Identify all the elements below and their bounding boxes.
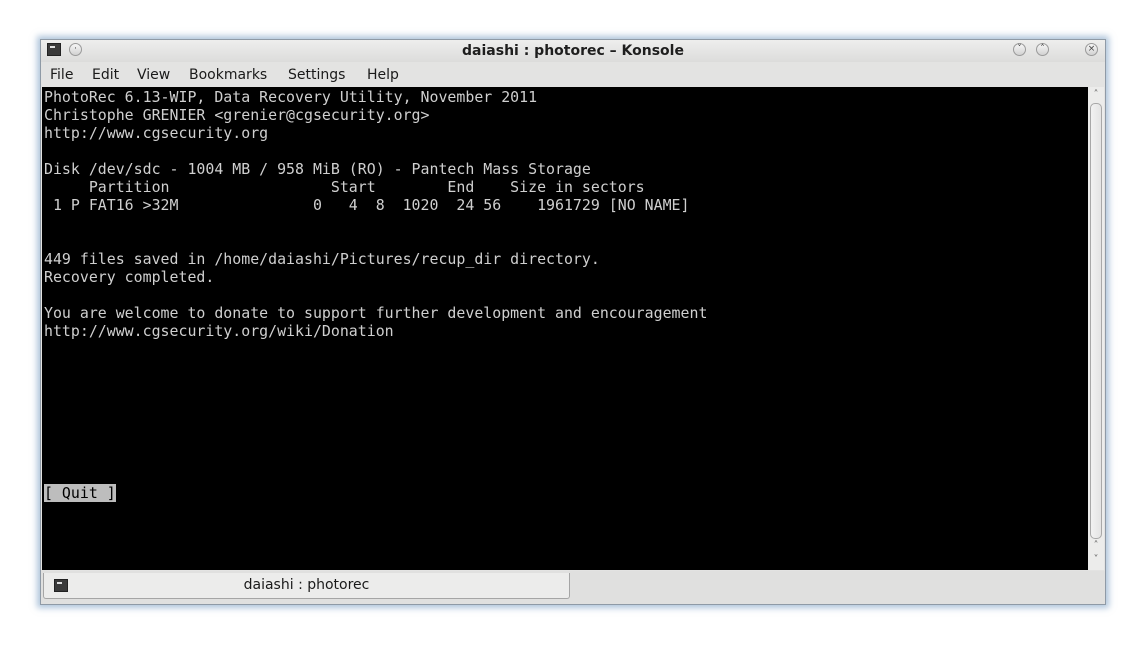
terminal-line: Recovery completed. [44,268,215,286]
konsole-window: · daiashi : photorec – Konsole ˅ ˄ × Fil… [40,39,1106,605]
terminal-line: http://www.cgsecurity.org/wiki/Donation [44,322,394,340]
menu-view[interactable]: View [137,67,170,84]
terminal-line: Disk /dev/sdc - 1004 MB / 958 MiB (RO) -… [44,160,591,178]
terminal-line: Partition Start End Size in sectors [44,178,645,196]
terminal-display[interactable]: PhotoRec 6.13-WIP, Data Recovery Utility… [42,87,1088,570]
vertical-scrollbar[interactable]: ˄ ˄ ˅ [1088,87,1104,570]
menu-file[interactable]: File [50,67,73,84]
quit-button[interactable]: [ Quit ] [44,484,116,502]
close-icon[interactable]: × [1085,43,1098,56]
terminal-line: Christophe GRENIER <grenier@cgsecurity.o… [44,106,430,124]
quit-line: [ Quit ] [44,484,116,502]
terminal-line: 449 files saved in /home/daiashi/Picture… [44,250,600,268]
tab-bar: daiashi : photorec [41,571,1105,604]
terminal-line: You are welcome to donate to support fur… [44,304,708,322]
scroll-down-icon[interactable]: ˅ [1090,554,1102,566]
title-bar[interactable]: · daiashi : photorec – Konsole ˅ ˄ × [41,40,1105,62]
terminal-line: http://www.cgsecurity.org [44,124,269,142]
terminal-line: PhotoRec 6.13-WIP, Data Recovery Utility… [44,88,538,106]
menu-settings[interactable]: Settings [288,67,345,84]
scrollbar-thumb[interactable] [1090,103,1102,539]
chevron-down-icon[interactable]: ˅ [1013,43,1026,56]
scroll-up-icon[interactable]: ˄ [1090,540,1102,552]
menu-edit[interactable]: Edit [92,67,119,84]
menu-help[interactable]: Help [367,67,399,84]
menu-bar: File Edit View Bookmarks Settings Help [41,63,1105,87]
tab-label: daiashi : photorec [243,577,370,593]
tab-session[interactable]: daiashi : photorec [43,573,570,599]
scroll-up-icon[interactable]: ˄ [1090,89,1102,101]
terminal-line: 1 P FAT16 >32M 0 4 8 1020 24 56 1961729 … [44,196,690,214]
menu-bookmarks[interactable]: Bookmarks [189,67,267,84]
window-title: daiashi : photorec – Konsole [462,43,684,59]
chevron-up-icon[interactable]: ˄ [1036,43,1049,56]
